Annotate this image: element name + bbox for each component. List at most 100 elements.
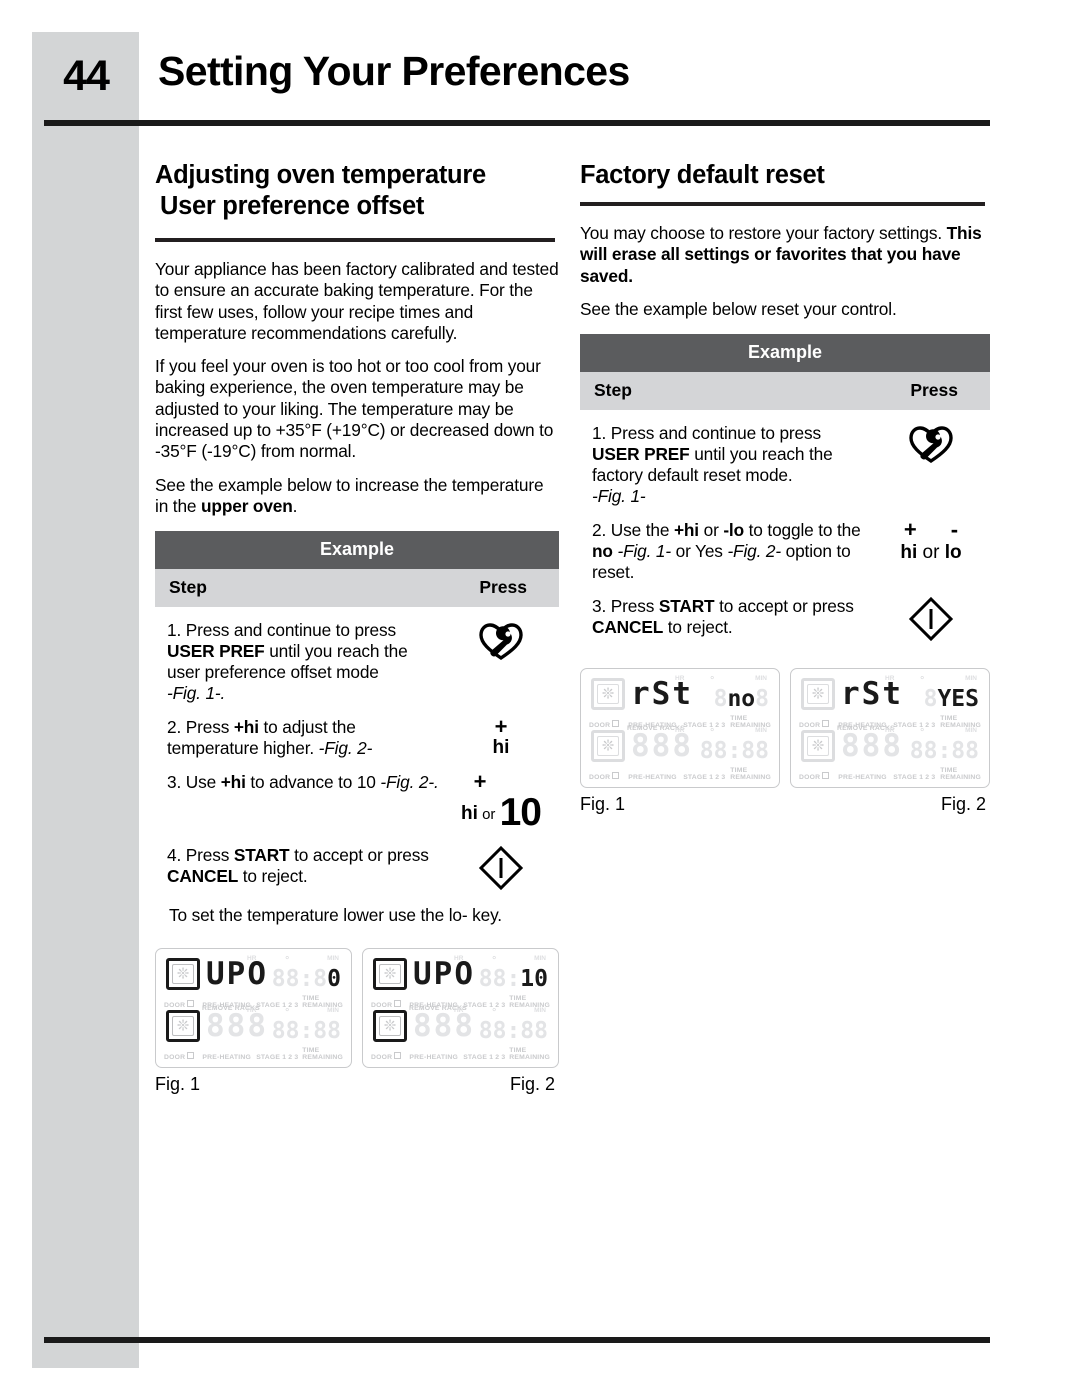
door-fan-icon: ❊ [591,730,625,763]
plus-sign: + [473,769,487,795]
left-step-2-number: 2. [167,717,182,738]
left-see-example: See the example below to increase the te… [155,475,559,518]
left-figure-captions: Fig. 1 Fig. 2 [155,1074,559,1095]
minus-sign: - [950,517,959,543]
left-step-3-text: 3. Use +hi to advance to 10 -Fig. 2-. [155,772,443,793]
lcd-lower-oven: ❊ 888 ° HR MIN 88:88 DOOR PRE-HEATING STA… [589,727,771,782]
lcd-upper-oven: ❊ UPO ° HR MIN 88:80 DOOR PRE-HEATING STA… [164,955,343,1009]
right-step-row-1: 1. Press and continue to press USER PREF… [580,423,990,507]
lo-label: lo [944,542,962,564]
right-step-3-cancel-keyword: CANCEL [592,617,664,638]
page-number: 44 [63,52,110,100]
target-value-10: 10 [499,791,542,835]
user-pref-wrench-heart-icon [479,623,523,661]
right-heading-rule [580,202,985,206]
left-step-3-press-cell: + hi or 10 [443,769,559,835]
footer-divider [44,1337,990,1343]
left-example-table: Example Step Press 1. Press and continue… [155,531,559,926]
hr-min-labels: HR MIN [454,955,546,963]
left-step-3-part-b: to advance to 10 [245,772,381,793]
left-section-heading-line2: User preference offset [160,192,425,220]
page-title: Setting Your Preferences [158,48,630,94]
left-step-1-part-a: Press and continue to press [185,620,396,641]
left-lcd-figure-2: ❊ UPO ° HR MIN 88:10 DOOR PRE-HEATING STA… [362,948,559,1069]
right-step-2-hi-keyword: +hi [673,520,699,541]
left-step-1-fig-ref: -Fig. 1-. [167,683,226,704]
left-step-3-number: 3. [167,772,182,793]
right-step-2-press-cell: + - hi or lo [872,517,990,564]
left-step-2-keyword: +hi [233,717,259,738]
user-pref-wrench-heart-icon [909,426,953,464]
start-diamond-icon [908,597,954,642]
lcd-clock-digits: 8no8 [713,686,769,713]
right-intro-normal: You may choose to restore your factory s… [580,223,947,243]
left-step-4-number: 4. [167,845,182,866]
hi-or-lo-glyph: + - hi or lo [872,517,990,564]
lcd-status-labels: DOOR PRE-HEATING STAGE 1 2 3 TIME REMAIN… [799,767,981,782]
lcd-lower-oven: ❊ 888 ° HR MIN 88:88 DOOR PRE-HEATING STA… [164,1007,343,1061]
right-step-3-press-cell [872,596,990,642]
left-step-3-part-a: Use [185,772,221,793]
hi-label: hi [461,803,478,825]
left-step-row-4: 4. Press START to accept or press CANCEL… [155,845,559,891]
hr-min-labels: HR MIN [454,1007,546,1015]
left-step-2-text: 2. Press +hi to adjust the temperature h… [155,717,443,759]
left-step-3-fig-ref: -Fig. 2-. [380,772,439,793]
left-step-4-part-c: to reject. [238,866,308,887]
plus-hi-key-glyph: + hi [443,714,559,759]
left-note: To set the temperature lower use the lo-… [169,905,502,926]
left-figure-pair: ❊ UPO ° HR MIN 88:80 DOOR PRE-HEATING STA… [155,948,559,1069]
right-example-title: Example [580,334,990,373]
left-step-1-press-cell [443,620,559,662]
plus-sign: + [494,714,508,740]
right-step-2-part-c: to toggle to the [744,520,861,541]
right-step-row-3: 3. Press START to accept or press CANCEL… [580,596,990,642]
right-section-heading: Factory default reset [580,161,825,189]
right-intro-paragraph: You may choose to restore your factory s… [580,223,990,287]
right-column: Factory default reset You may choose to … [580,160,990,815]
right-see-example: See the example below reset your control… [580,298,897,319]
right-step-1-fig-ref: -Fig. 1- [592,486,646,507]
left-example-column-headers: Step Press [155,569,559,608]
right-example-table: Example Step Press 1. Press and continue… [580,334,990,642]
right-step-2-lo-keyword: -lo [723,520,744,541]
hr-min-labels: HR MIN [675,675,767,683]
right-step-1-number: 1. [592,423,607,444]
right-step-3-text: 3. Press START to accept or press CANCEL… [580,596,872,638]
lcd-clock-digits: 88:88 [909,738,979,765]
left-step-4-part-b: to accept or press [289,845,429,866]
left-step-2-fig-ref: -Fig. 2- [318,738,373,759]
left-step-1-keyword: USER PREF [167,641,265,662]
right-example-column-headers: Step Press [580,372,990,411]
left-see-example-bold: upper oven [201,495,293,516]
right-col-press-label: Press [910,380,958,401]
left-step-row-2: 2. Press +hi to adjust the temperature h… [155,714,559,759]
left-step-row-3: 3. Use +hi to advance to 10 -Fig. 2-. + … [155,769,559,835]
right-step-3-start-keyword: START [658,596,715,617]
right-step-2-fig-ref-b: -Fig. 2- [727,541,781,562]
page-side-band [32,32,139,1368]
right-step-1-part-a: Press and continue to press [610,423,821,444]
right-step-1-keyword: USER PREF [592,444,690,465]
or-label: or [917,542,945,564]
left-step-4-cancel-keyword: CANCEL [167,866,239,887]
left-lcd-figure-1: ❊ UPO ° HR MIN 88:80 DOOR PRE-HEATING STA… [155,948,352,1069]
start-diamond-icon [478,846,524,891]
left-step-4-part-a: Press [185,845,234,866]
door-fan-icon: ❊ [166,1010,200,1043]
left-paragraph-2: If you feel your oven is too hot or too … [155,356,554,462]
hi-or-10-glyph: + hi or 10 [443,769,559,835]
lcd-status-labels: DOOR PRE-HEATING STAGE 1 2 3 TIME REMAIN… [589,767,771,782]
left-paragraph-1: Your appliance has been factory calibrat… [155,259,559,343]
lcd-status-labels: DOOR PRE-HEATING STAGE 1 2 3 TIME REMAIN… [371,1047,550,1062]
right-col-step-label: Step [594,380,632,401]
hr-min-labels: HR MIN [885,675,977,683]
lcd-clock-digits: 88:88 [271,1018,341,1045]
right-step-row-2: 2. Use the +hi or -lo to toggle to the n… [580,517,990,583]
right-step-2-text: 2. Use the +hi or -lo to toggle to the n… [580,520,872,583]
lcd-clock-digits: 8YES [923,686,979,713]
lcd-lower-oven: ❊ 888 ° HR MIN 88:88 DOOR PRE-HEATING STA… [371,1007,550,1062]
lcd-upper-oven: ❊ rSt ° HR MIN 8no8 DOOR PRE-HEATING STAG… [589,675,771,729]
left-see-example-post: . [292,495,298,516]
right-step-2-part-b: or [698,520,724,541]
